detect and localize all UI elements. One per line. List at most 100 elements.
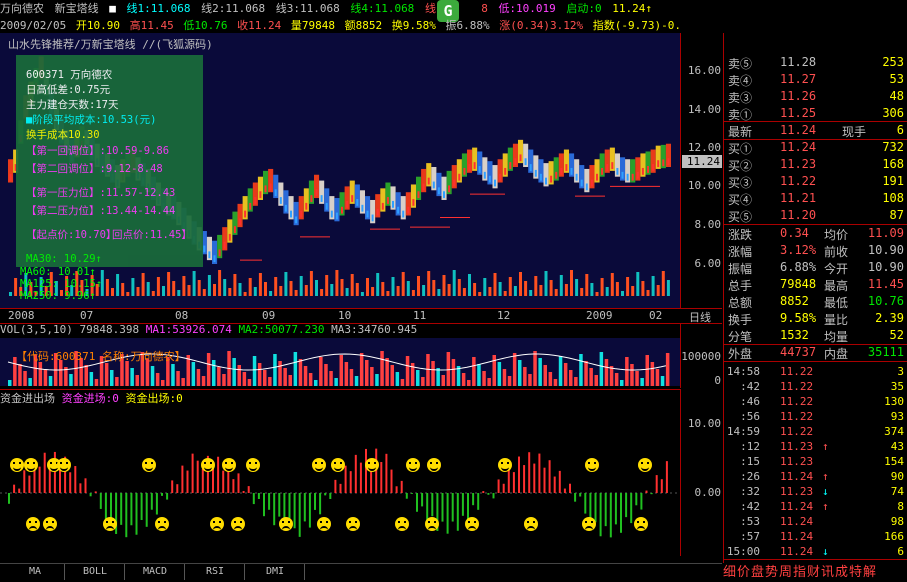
tick-volume: 74 (890, 485, 904, 498)
indicator-name[interactable]: 新宝塔线 (55, 2, 99, 15)
mini-volume-bar (437, 289, 441, 296)
stat-value: 0.34 (780, 226, 809, 240)
candle (356, 199, 359, 206)
info-handover-cost: 换手成本10.30 (26, 129, 100, 141)
flow-bar (518, 456, 520, 493)
volume-bar (446, 352, 451, 386)
tab-ma[interactable]: MA (6, 564, 65, 580)
volume-bar (574, 377, 578, 386)
mini-volume-bar (172, 281, 176, 296)
candle (9, 173, 12, 181)
candle (284, 204, 287, 212)
flow-bar (298, 493, 301, 537)
candle (427, 177, 430, 185)
flow-bar (217, 456, 220, 493)
y-tick: 16.00 (687, 64, 721, 77)
candle (473, 162, 476, 169)
bid-price: 11.23 (780, 157, 817, 171)
mini-volume-bar (105, 279, 109, 296)
volume-bar (533, 351, 537, 386)
flow-bar (523, 465, 526, 493)
ask-price: 11.26 (780, 89, 817, 103)
mini-volume-bar (340, 279, 344, 296)
flow-bar (400, 480, 403, 493)
amount-value: 额8852 (344, 19, 383, 32)
date-tick: 11 (413, 309, 427, 322)
mini-volume-bar (355, 283, 359, 296)
flow-bar (497, 479, 500, 493)
mini-volume-bar (513, 286, 517, 296)
mini-volume-bar (376, 273, 380, 296)
stock-name[interactable]: 万向德农 (0, 2, 44, 15)
candle (239, 218, 241, 226)
candle (412, 199, 415, 206)
index-change: 指数(-9.73)-0.46% (592, 19, 680, 32)
flow-svg[interactable] (0, 404, 680, 556)
tick-volume: 154 (884, 455, 904, 468)
ask-volume: 306 (882, 106, 904, 120)
mini-volume-bar (585, 274, 589, 296)
candle (626, 173, 629, 181)
mini-volume-bar (524, 281, 528, 296)
flow-bar (222, 470, 225, 493)
stat-value: 8852 (780, 294, 809, 308)
flow-bar (120, 493, 123, 525)
flow-bar (574, 493, 577, 502)
info-ma60: MA60: 10.01↑ (20, 266, 96, 278)
info-panel: 600371 万向德农 日高低差:0.75元 主力建仓天数:17天 ■阶段平均成… (16, 55, 203, 267)
tab-rsi[interactable]: RSI (186, 564, 245, 580)
ask-price: 11.27 (780, 72, 817, 86)
flow-bar (28, 475, 31, 493)
flow-bar (451, 493, 454, 522)
tab-boll[interactable]: BOLL (66, 564, 125, 580)
volume-chart[interactable]: 【代码:600371 名称:万向德农】 (0, 338, 680, 386)
tick-arrow: ↑ (822, 500, 829, 513)
mini-volume-bar (284, 272, 288, 296)
flow-bar (324, 493, 327, 496)
flow-bar (186, 470, 189, 493)
candle (443, 191, 445, 199)
info-adjust2: 【第二回调位】:9.12-8.48 (26, 163, 163, 175)
sell-frown-icon (43, 517, 57, 531)
bid-row[interactable]: 买⑤ 11.20 87 (724, 206, 907, 225)
bid-label: 买⑤ (728, 210, 753, 224)
mini-volume-bar (381, 282, 385, 296)
volume-bar (161, 380, 165, 386)
mini-volume-bar (279, 286, 283, 296)
candle (539, 173, 542, 181)
price-axis: 16.00 14.00 12.00 10.00 8.00 6.00 11.24 (680, 33, 723, 308)
flow-chart[interactable] (0, 404, 680, 556)
candle (509, 162, 512, 169)
flow-bar (421, 493, 424, 507)
flow-bar (43, 452, 46, 493)
flow-bar (609, 493, 612, 538)
volume-bar (625, 357, 629, 386)
tick-price: 11.24 (780, 515, 814, 528)
mini-volume-bar (646, 290, 650, 296)
sell-frown-icon (231, 517, 245, 531)
flow-bar (472, 493, 475, 506)
info-ma250: MA250: 9.96↑ (20, 290, 96, 302)
inner-value: 35111 (867, 345, 904, 359)
outer-inner-row: 外盘 44737 内盘 35111 (724, 343, 907, 362)
volume-bar (635, 371, 639, 386)
flow-bar (110, 493, 112, 520)
bar-date: 2009/02/05 (0, 19, 67, 32)
flow-bar (558, 470, 561, 493)
tab-dmi[interactable]: DMI (246, 564, 305, 580)
volume-bar (38, 362, 43, 386)
tick-time: :42 (740, 380, 760, 393)
volume-bar (436, 368, 440, 386)
tab-macd[interactable]: MACD (126, 564, 185, 580)
flow-bar (660, 479, 663, 493)
tick-time: 14:59 (726, 425, 760, 438)
candle (386, 197, 389, 204)
flow-bar (13, 484, 16, 493)
right-tabs[interactable]: 细价盘势周指财讯成特解 (723, 561, 907, 581)
tick-time: :46 (740, 395, 760, 408)
mini-volume-bar (146, 282, 150, 296)
volume-bar (324, 364, 328, 386)
high-price: 高11.45 (129, 19, 174, 32)
current-price-tag: 11.24 (682, 155, 722, 168)
volume-bar (69, 374, 73, 386)
